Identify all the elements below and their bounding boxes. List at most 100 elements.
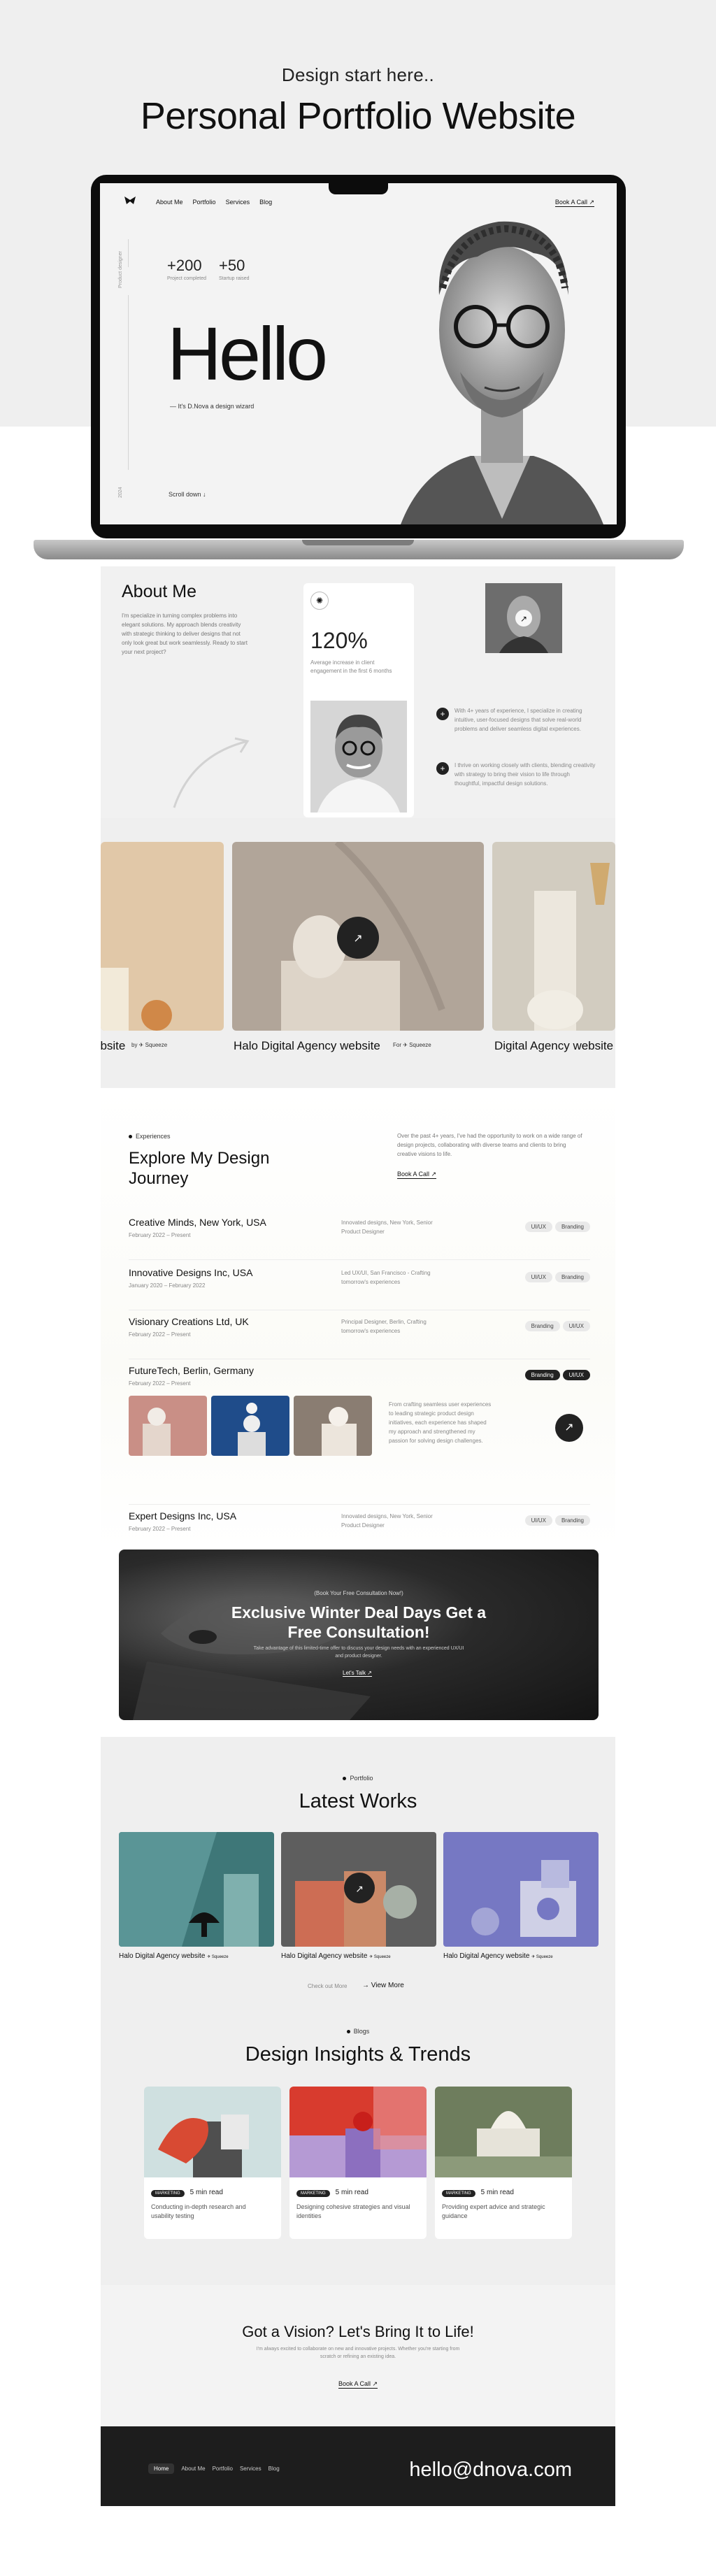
nav-blog[interactable]: Blog — [259, 199, 272, 206]
footer-link-portfolio[interactable]: Portfolio — [213, 2466, 233, 2474]
hero-portrait-image — [401, 221, 603, 524]
experience-row[interactable]: Creative Minds, New York, USA February 2… — [129, 1217, 590, 1260]
stat-num: +50 — [219, 257, 245, 274]
work-image[interactable]: ↗ — [281, 1832, 436, 1947]
row-tags: Branding UI/UX — [522, 1368, 590, 1380]
stat-card: ✺ 120% Average increase in client engage… — [303, 583, 414, 817]
blog-title: Providing expert advice and strategic gu… — [442, 2203, 545, 2219]
arrow-right-icon: → — [362, 1982, 369, 1989]
work-by: ✈ Squeeze — [369, 1955, 391, 1959]
row-tags: UI/UX Branding — [522, 1513, 590, 1526]
project-image[interactable] — [492, 842, 615, 1031]
cta-book-button[interactable]: Book A Call ↗ — [338, 2380, 378, 2389]
experience-cta[interactable]: Book A Call ↗ — [397, 1171, 437, 1179]
experience-row[interactable]: Expert Designs Inc, USA February 2022 – … — [129, 1510, 590, 1551]
scroll-down-link[interactable]: Scroll down ↓ — [169, 491, 206, 498]
header-eyebrow: Design start here.. — [281, 64, 435, 85]
projects-strip: ↗ ebsite by ✈ Squeeze Halo Digital Agenc… — [101, 818, 615, 1088]
promo-title: Exclusive Winter Deal Days Get a Free Co… — [231, 1603, 487, 1641]
project-by: by ✈ Squeeze — [131, 1042, 168, 1048]
work-title[interactable]: Halo Digital Agency website ✈ Squeeze — [443, 1952, 553, 1960]
plus-icon: + — [436, 762, 449, 775]
work-image[interactable] — [443, 1832, 599, 1947]
side-divider — [128, 239, 129, 267]
tag: Branding — [554, 1272, 590, 1282]
project-image[interactable] — [101, 842, 224, 1031]
read-time: 5 min read — [189, 2189, 223, 2196]
about-section: About Me I'm specialize in turning compl… — [101, 566, 615, 818]
view-more-label: View More — [371, 1982, 404, 1989]
work-by: ✈ Squeeze — [531, 1955, 553, 1959]
about-portrait-image — [310, 701, 407, 813]
svg-text:↗: ↗ — [353, 931, 362, 945]
stat-startups: +50 Startup raised — [219, 257, 250, 281]
lets-talk-button[interactable]: Let's Talk ↗ — [343, 1670, 372, 1677]
blog-image — [144, 2087, 281, 2177]
blog-card[interactable]: MARKETING 5 min read Conducting in-depth … — [144, 2087, 281, 2239]
blog-card[interactable]: MARKETING 5 min read Designing cohesive s… — [289, 2087, 427, 2239]
nav-services[interactable]: Services — [226, 199, 250, 206]
works-eyebrow: Portfolio — [101, 1775, 615, 1782]
hero-subtitle: — It's D.Nova a design wizard — [170, 403, 255, 410]
experience-row[interactable]: Visionary Creations Ltd, UK February 202… — [129, 1316, 590, 1359]
experience-image — [211, 1396, 289, 1456]
nav-portfolio[interactable]: Portfolio — [193, 199, 216, 206]
experience-image — [129, 1396, 207, 1456]
plus-icon: + — [436, 708, 449, 720]
laptop-groove — [302, 540, 414, 545]
brand-logo-icon[interactable] — [124, 196, 136, 208]
header-title: Personal Portfolio Website — [140, 95, 576, 137]
about-bullet: + I thrive on working closely with clien… — [436, 761, 597, 788]
row-company: Innovative Designs Inc, USA — [129, 1267, 253, 1278]
row-tags: Branding UI/UX — [522, 1319, 590, 1331]
footer-link-services[interactable]: Services — [240, 2466, 262, 2474]
footer-link-about[interactable]: About Me — [181, 2466, 205, 2474]
project-title[interactable]: Halo Digital Agency website — [234, 1039, 380, 1053]
experience-image — [294, 1396, 372, 1456]
work-title[interactable]: Halo Digital Agency website ✈ Squeeze — [281, 1952, 391, 1960]
blog-meta: MARKETING 5 min read — [296, 2189, 368, 2197]
insights-section: Blogs Design Insights & Trends MARKETING… — [101, 2003, 615, 2285]
tag: UI/UX — [524, 1515, 552, 1526]
experience-desc: Over the past 4+ years, I've had the opp… — [397, 1133, 582, 1157]
work-title[interactable]: Halo Digital Agency website ✈ Squeeze — [119, 1952, 229, 1960]
nav-about[interactable]: About Me — [156, 199, 183, 206]
read-time: 5 min read — [480, 2189, 514, 2196]
decorative-arrow-icon — [173, 737, 250, 808]
small-portrait-image[interactable]: ↗ — [485, 583, 562, 653]
work-label: Halo Digital Agency website — [281, 1952, 368, 1960]
stat-num: +200 — [167, 257, 202, 274]
blog-image — [289, 2087, 427, 2177]
row-date: February 2022 – Present — [129, 1232, 191, 1238]
blog-badge: MARKETING — [442, 2190, 475, 2197]
blog-card[interactable]: MARKETING 5 min read Providing expert adv… — [435, 2087, 572, 2239]
hero-hello: Hello — [167, 311, 328, 396]
tag: UI/UX — [524, 1272, 552, 1282]
project-image[interactable]: ↗ — [232, 842, 484, 1031]
stat-label: Project completed — [167, 276, 207, 281]
arrow-button-icon[interactable]: ↗ — [555, 1414, 583, 1442]
experience-row-expanded[interactable]: FutureTech, Berlin, Germany February 202… — [129, 1365, 590, 1505]
footer-email[interactable]: hello@dnova.com — [409, 2459, 572, 2482]
blog-image — [435, 2087, 572, 2177]
row-date: January 2020 – February 2022 — [129, 1282, 206, 1289]
work-label: Halo Digital Agency website — [443, 1952, 530, 1960]
stat-label: Startup raised — [219, 276, 250, 281]
svg-text:↗: ↗ — [520, 614, 527, 624]
row-tags: UI/UX Branding — [522, 1219, 590, 1232]
project-by: For ✈ Squeeze — [393, 1042, 431, 1048]
works-section: Portfolio Latest Works ↗ Halo Digital Ag… — [101, 1737, 615, 2003]
project-title[interactable]: Digital Agency website — [494, 1039, 613, 1053]
work-image[interactable] — [119, 1832, 274, 1947]
footer-link-home[interactable]: Home — [148, 2463, 175, 2474]
laptop-screen: About Me Portfolio Services Blog Book A … — [100, 183, 617, 524]
view-more-link[interactable]: → View More — [362, 1982, 404, 1989]
project-title[interactable]: ebsite — [101, 1039, 125, 1053]
row-role: Innovated designs, New York, Senior Prod… — [341, 1219, 433, 1235]
footer-link-blog[interactable]: Blog — [268, 2466, 280, 2474]
side-divider — [128, 295, 129, 470]
read-time: 5 min read — [335, 2189, 368, 2196]
more-hint: Check out More — [308, 1983, 348, 1989]
experience-row[interactable]: Innovative Designs Inc, USA January 2020… — [129, 1267, 590, 1310]
badge-icon: ✺ — [310, 592, 329, 610]
